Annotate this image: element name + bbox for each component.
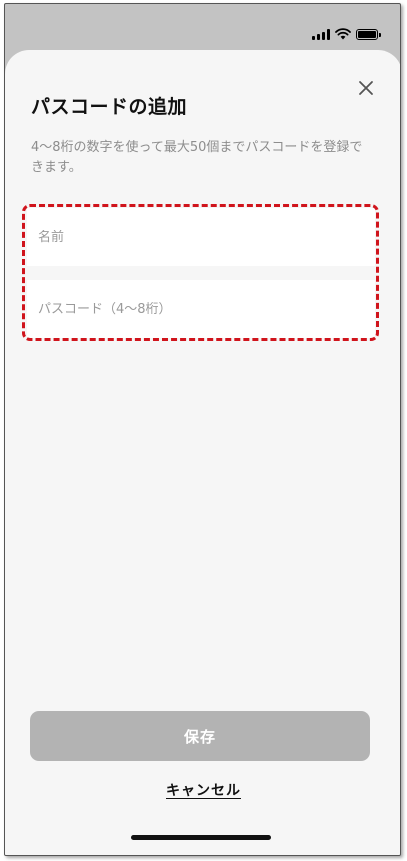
close-button[interactable]: [356, 78, 376, 98]
close-icon: [359, 81, 373, 95]
form-highlight-annotation: [22, 204, 379, 341]
signal-icon: [312, 28, 330, 40]
phone-frame: パスコードの追加 4〜8桁の数字を使って最大50個までパスコードを登録できます。…: [4, 3, 401, 856]
save-button[interactable]: 保存: [30, 711, 370, 761]
battery-icon: [356, 28, 381, 40]
status-bar: [312, 26, 381, 42]
page-title: パスコードの追加: [31, 96, 188, 118]
wifi-icon: [335, 28, 351, 40]
home-indicator: [131, 835, 271, 840]
cancel-link[interactable]: キャンセル: [5, 780, 400, 800]
add-passcode-sheet: パスコードの追加 4〜8桁の数字を使って最大50個までパスコードを登録できます。…: [5, 50, 400, 855]
description-text: 4〜8桁の数字を使って最大50個までパスコードを登録できます。: [31, 140, 363, 175]
